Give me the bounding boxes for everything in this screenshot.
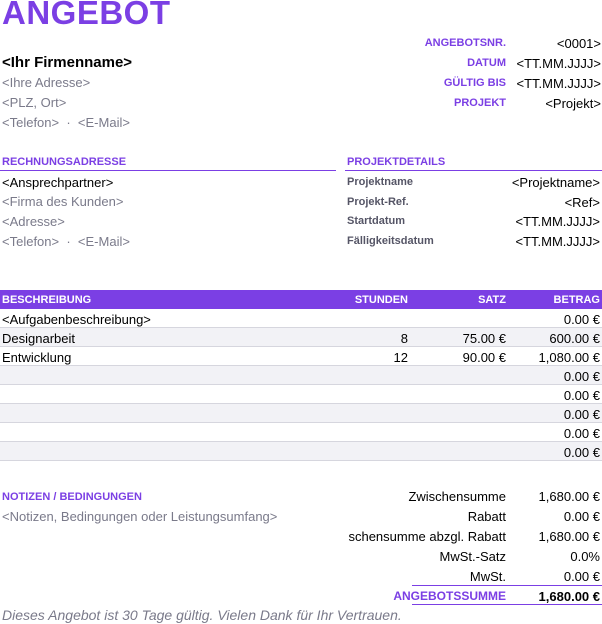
company-phone: <Telefon> xyxy=(2,115,60,130)
billing-heading: RECHNUNGSADRESSE xyxy=(2,156,127,168)
project-heading: PROJEKTDETAILS xyxy=(347,156,446,168)
row-amount: 600.00 € xyxy=(549,331,600,346)
project-divider xyxy=(345,170,602,171)
totals-value-discount: 0.00 € xyxy=(563,509,600,524)
meta-label-date: DATUM xyxy=(467,57,506,69)
meta-value-valid-until: <TT.MM.JJJJ> xyxy=(516,76,601,91)
billing-contact: <Ansprechpartner> xyxy=(2,175,114,190)
billing-email: <E-Mail> xyxy=(77,234,130,249)
row-amount: 0.00 € xyxy=(563,388,600,403)
billing-address: <Adresse> xyxy=(2,214,65,229)
company-address: <Ihre Adresse> xyxy=(2,75,91,90)
totals-value-subtotal: 1,680.00 € xyxy=(538,489,600,504)
row-rate: 75.00 € xyxy=(462,331,506,346)
totals-value-after-discount: 1,680.00 € xyxy=(538,529,600,544)
row-amount: 0.00 € xyxy=(563,312,600,327)
totals-label-vat-rate: MwSt.-Satz xyxy=(439,549,506,564)
totals-value-vat: 0.00 € xyxy=(563,569,600,584)
table-row: <Aufgabenbeschreibung> 0.00 € xyxy=(0,309,602,328)
meta-label-valid-until: GÜLTIG BIS xyxy=(443,77,506,89)
project-value-name: <Projektname> xyxy=(511,175,600,190)
row-amount: 0.00 € xyxy=(563,445,600,460)
company-name: <Ihr Firmenname> xyxy=(2,54,133,71)
grand-total-label: ANGEBOTSSUMME xyxy=(393,589,506,603)
meta-value-date: <TT.MM.JJJJ> xyxy=(516,56,601,71)
meta-value-project: <Projekt> xyxy=(545,96,601,111)
meta-label-quote-number: ANGEBOTSNR. xyxy=(424,37,506,49)
totals-label-discount: Rabatt xyxy=(467,509,506,524)
grand-total-value: 1,680.00 € xyxy=(538,589,600,604)
row-description: Entwicklung xyxy=(2,350,72,365)
project-value-due: <TT.MM.JJJJ> xyxy=(515,234,600,249)
row-hours: 12 xyxy=(393,350,408,365)
footer-note: Dieses Angebot ist 30 Tage gültig. Viele… xyxy=(2,607,402,623)
row-amount: 0.00 € xyxy=(563,426,600,441)
line-items-table: BESCHREIBUNG STUNDEN SATZ BETRAG <Aufgab… xyxy=(0,290,602,461)
row-amount: 0.00 € xyxy=(563,369,600,384)
table-row: 0.00 € xyxy=(0,385,602,404)
row-description: <Aufgabenbeschreibung> xyxy=(2,312,151,327)
billing-company: <Firma des Kunden> xyxy=(2,194,124,209)
totals-label-after-discount: schensumme abzgl. Rabatt xyxy=(348,529,506,544)
project-label-due: Fälligkeitsdatum xyxy=(347,235,434,247)
table-row: 0.00 € xyxy=(0,404,602,423)
project-value-start: <TT.MM.JJJJ> xyxy=(515,214,600,229)
company-separator: · xyxy=(66,115,71,130)
row-description: Designarbeit xyxy=(2,331,75,346)
meta-value-quote-number: <0001> xyxy=(556,36,601,51)
billing-separator: · xyxy=(66,234,71,249)
header-description: BESCHREIBUNG xyxy=(2,294,92,306)
row-hours: 8 xyxy=(400,331,408,346)
table-row: 0.00 € xyxy=(0,423,602,442)
row-amount: 0.00 € xyxy=(563,407,600,422)
project-label-name: Projektname xyxy=(347,176,414,188)
table-row: Entwicklung 12 90.00 € 1,080.00 € xyxy=(0,347,602,366)
page-title: ANGEBOT xyxy=(2,0,171,31)
billing-contact-line: <Telefon> · <E-Mail> xyxy=(2,234,130,249)
header-hours: STUNDEN xyxy=(354,294,408,306)
company-contact-line: <Telefon> · <E-Mail> xyxy=(2,115,130,130)
meta-label-project: PROJEKT xyxy=(454,97,506,109)
notes-heading: NOTIZEN / BEDINGUNGEN xyxy=(2,491,142,503)
header-amount: BETRAG xyxy=(553,294,600,306)
row-rate: 90.00 € xyxy=(462,350,506,365)
table-header: BESCHREIBUNG STUNDEN SATZ BETRAG xyxy=(0,290,602,309)
project-label-ref: Projekt-Ref. xyxy=(347,196,409,208)
totals-label-subtotal: Zwischensumme xyxy=(408,489,506,504)
totals-label-vat: MwSt. xyxy=(469,569,506,584)
grand-total-bottom-rule xyxy=(412,604,602,605)
billing-phone: <Telefon> xyxy=(2,234,60,249)
totals-value-vat-rate: 0.0% xyxy=(570,549,600,564)
table-row: 0.00 € xyxy=(0,442,602,461)
table-row: 0.00 € xyxy=(0,366,602,385)
grand-total-top-rule xyxy=(412,585,602,586)
table-row: Designarbeit 8 75.00 € 600.00 € xyxy=(0,328,602,347)
header-rate: SATZ xyxy=(478,294,506,306)
row-amount: 1,080.00 € xyxy=(538,350,600,365)
company-city: <PLZ, Ort> xyxy=(2,95,67,110)
project-label-start: Startdatum xyxy=(347,215,406,227)
company-email: <E-Mail> xyxy=(77,115,130,130)
billing-divider xyxy=(0,170,336,171)
project-value-ref: <Ref> xyxy=(564,195,600,210)
